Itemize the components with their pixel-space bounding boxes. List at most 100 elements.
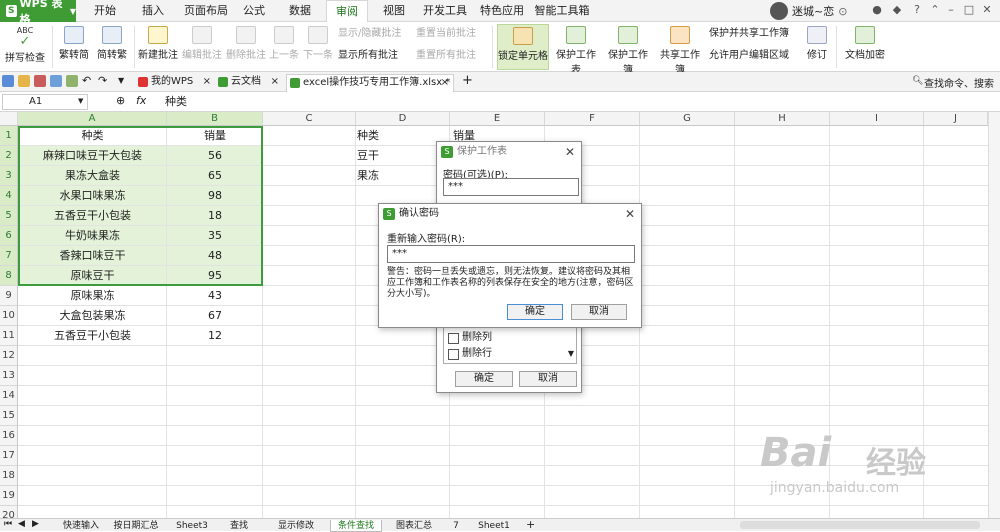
column-header-b[interactable]: B	[167, 112, 263, 126]
name-box[interactable]: A1	[2, 94, 88, 110]
side-header-category[interactable]: 种类	[357, 126, 397, 146]
row-header[interactable]: 19	[0, 486, 18, 506]
column-header-j[interactable]: J	[924, 112, 988, 126]
formula-input[interactable]: 种类	[165, 94, 187, 110]
column-header-h[interactable]: H	[735, 112, 830, 126]
row-header[interactable]: 4	[0, 186, 18, 206]
row-header[interactable]: 20	[0, 506, 18, 518]
column-header-a[interactable]: A	[18, 112, 167, 126]
doc-encrypt-button[interactable]: 文档加密	[841, 24, 889, 70]
row-header[interactable]: 17	[0, 446, 18, 466]
column-header-g[interactable]: G	[640, 112, 735, 126]
row-header[interactable]: 15	[0, 406, 18, 426]
sheet-tab-active[interactable]: 条件查找	[330, 520, 382, 532]
prev-sheet-icon[interactable]: ◀	[18, 519, 25, 529]
menu-formula[interactable]: 公式	[236, 0, 272, 22]
column-header-i[interactable]: I	[830, 112, 924, 126]
menu-featured[interactable]: 特色应用	[474, 0, 530, 22]
password-field[interactable]: ***	[443, 178, 579, 196]
show-hide-comment-button[interactable]: 显示/隐藏批注	[338, 26, 401, 41]
protect-sheet-button[interactable]: 保护工作表	[552, 24, 600, 76]
row-header[interactable]: 5	[0, 206, 18, 226]
menu-page-layout[interactable]: 页面布局	[178, 0, 234, 22]
tab-close-icon[interactable]: ×	[271, 74, 279, 90]
tab-my-wps[interactable]: 我的WPS ×	[135, 74, 215, 92]
sheet-tab[interactable]: Sheet3	[170, 520, 214, 532]
row-header[interactable]: 6	[0, 226, 18, 246]
new-file-icon[interactable]	[2, 75, 14, 87]
option-delete-columns[interactable]: 删除列	[448, 331, 492, 345]
zoom-icon[interactable]: ⊕	[116, 94, 125, 107]
share-workbook-button[interactable]: 共享工作簿	[656, 24, 704, 76]
maximize-icon[interactable]: □	[962, 3, 976, 17]
sheet-tab[interactable]: 图表汇总	[390, 520, 438, 532]
save-icon[interactable]	[50, 75, 62, 87]
tab-cloud-docs[interactable]: 云文档 ×	[215, 74, 283, 92]
row-header[interactable]: 11	[0, 326, 18, 346]
table-cell-sales[interactable]: 12	[167, 326, 263, 346]
sheet-tab[interactable]: Sheet1	[474, 520, 514, 532]
reenter-password-field[interactable]: ***	[387, 245, 635, 263]
column-header-c[interactable]: C	[263, 112, 356, 126]
command-search[interactable]: 查找命令、搜索	[924, 75, 994, 90]
table-cell-category[interactable]: 大盒包装果冻	[18, 306, 167, 326]
menu-review[interactable]: 审阅	[326, 0, 368, 22]
spellcheck-button[interactable]: ABC ✓ 拼写检查	[2, 24, 48, 70]
horizontal-scrollbar[interactable]	[740, 521, 980, 529]
fx-button[interactable]: fx	[136, 94, 146, 107]
column-header-d[interactable]: D	[356, 112, 450, 126]
menu-insert[interactable]: 插入	[132, 0, 174, 22]
table-cell-category[interactable]: 原味果冻	[18, 286, 167, 306]
delete-comment-button[interactable]: 删除批注	[225, 24, 267, 70]
expand-icon[interactable]: ⌃	[928, 3, 942, 17]
list-scroll-down-icon[interactable]: ▼	[568, 349, 574, 358]
protect-share-workbook-button[interactable]: 保护并共享工作簿	[709, 26, 789, 41]
redo-icon[interactable]: ↷	[98, 74, 107, 87]
lock-cell-button[interactable]: 锁定单元格	[497, 24, 549, 70]
row-header[interactable]: 10	[0, 306, 18, 326]
sheet-tab[interactable]: 7	[446, 520, 466, 532]
feedback-icon[interactable]: ◆	[890, 3, 904, 17]
help-icon[interactable]: ?	[910, 3, 924, 17]
permissions-list[interactable]: 删除列 删除行 ▼	[443, 324, 577, 364]
tab-close-icon[interactable]: ×	[203, 74, 211, 90]
close-icon[interactable]: ✕	[980, 3, 994, 17]
reset-current-comment-button[interactable]: 重置当前批注	[416, 26, 476, 41]
ok-button[interactable]: 确定	[455, 371, 513, 387]
preview-icon[interactable]	[66, 75, 78, 87]
undo-icon[interactable]: ↶	[82, 74, 91, 87]
skin-icon[interactable]: ●	[870, 3, 884, 17]
trad-to-simp-button[interactable]: 繁转简	[56, 24, 92, 70]
row-header[interactable]: 1	[0, 126, 18, 146]
row-header[interactable]: 13	[0, 366, 18, 386]
open-folder-icon[interactable]	[18, 75, 30, 87]
revise-button[interactable]: 修订	[803, 24, 831, 70]
row-header[interactable]: 18	[0, 466, 18, 486]
new-comment-button[interactable]: 新建批注	[137, 24, 179, 70]
row-header[interactable]: 12	[0, 346, 18, 366]
menu-home[interactable]: 开始	[84, 0, 126, 22]
more-icon[interactable]: ▼	[118, 76, 124, 85]
first-sheet-icon[interactable]: ⏮	[4, 519, 12, 529]
table-cell-sales[interactable]: 43	[167, 286, 263, 306]
add-sheet-button[interactable]: +	[526, 518, 535, 531]
row-header[interactable]: 14	[0, 386, 18, 406]
add-tab-button[interactable]: +	[462, 73, 473, 88]
side-cell-category[interactable]: 果冻	[357, 166, 397, 186]
table-cell-sales[interactable]: 67	[167, 306, 263, 326]
column-header-f[interactable]: F	[545, 112, 640, 126]
reset-all-comments-button[interactable]: 重置所有批注	[416, 48, 476, 63]
sheet-tab[interactable]: 显示修改	[268, 520, 324, 532]
name-box-dropdown-icon[interactable]: ▼	[78, 97, 83, 105]
edit-comment-button[interactable]: 编辑批注	[181, 24, 223, 70]
select-all-corner[interactable]	[0, 112, 18, 126]
row-header[interactable]: 7	[0, 246, 18, 266]
close-icon[interactable]: ✕	[625, 207, 635, 221]
row-header[interactable]: 8	[0, 266, 18, 286]
menu-data[interactable]: 数据	[282, 0, 318, 22]
sheet-tab[interactable]: 查找	[222, 520, 256, 532]
show-all-comments-button[interactable]: 显示所有批注	[338, 48, 398, 63]
menu-view[interactable]: 视图	[376, 0, 412, 22]
menu-smart-toolbox[interactable]: 智能工具箱	[532, 0, 592, 22]
simp-to-trad-button[interactable]: 简转繁	[94, 24, 130, 70]
